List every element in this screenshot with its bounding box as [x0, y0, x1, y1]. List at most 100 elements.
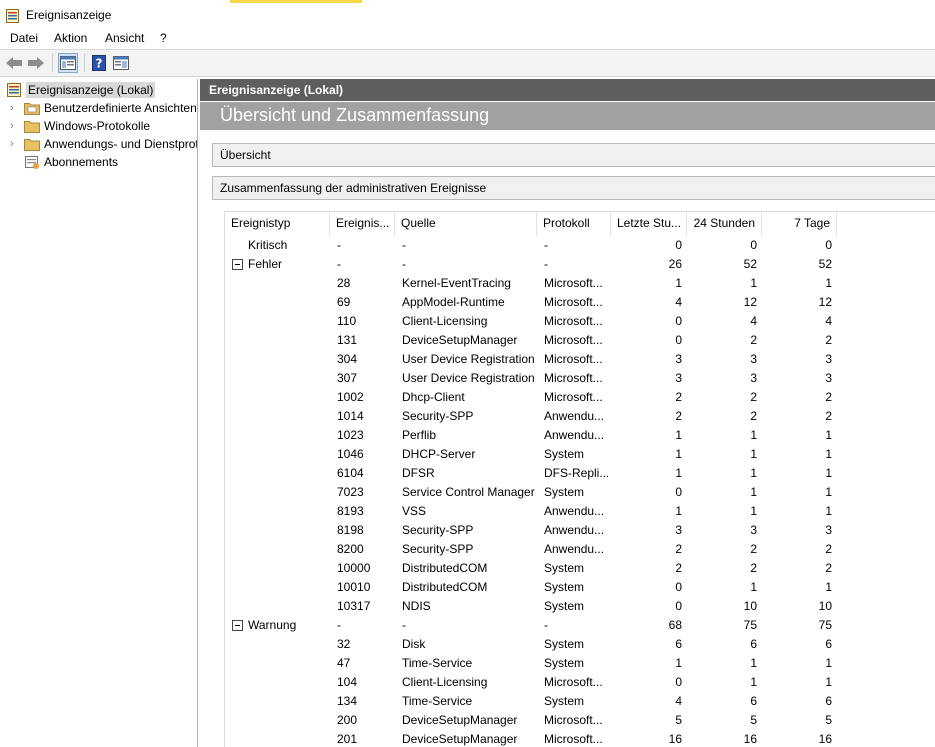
table-row[interactable]: 10317 NDIS System 0 10 10 [225, 597, 935, 616]
table-row[interactable]: 304 User Device Registration Microsoft... 3… [225, 350, 935, 369]
cell-week: 1 [825, 276, 832, 290]
forward-arrow-icon [28, 57, 44, 69]
table-row[interactable]: 8193 VSS Anwendu... 1 1 1 [225, 502, 935, 521]
tree-item-windows-protokolle[interactable]: › Windows-Protokolle [10, 117, 150, 135]
column-header-24-stunden[interactable]: 24 Stunden [687, 212, 762, 236]
table-row[interactable]: 28 Kernel-EventTracing Microsoft... 1 1 1 [225, 274, 935, 293]
cell-hour: 3 [675, 523, 682, 537]
table-body: Kritisch - - -0 0 0 Fehler - - -26 52 52 28 Kernel-Ev… [225, 236, 935, 747]
table-row[interactable]: 110 Client-Licensing Microsoft... 0 4 4 [225, 312, 935, 331]
table-row[interactable]: 307 User Device Registration Microsoft... 3… [225, 369, 935, 388]
tree-item-anwendungs-und-dienstprotokolle[interactable]: › Anwendungs- und Dienstprotokolle [10, 135, 197, 153]
table-row[interactable]: 1046 DHCP-Server System 1 1 1 [225, 445, 935, 464]
cell-day: 75 [743, 618, 757, 632]
table-row[interactable]: Kritisch - - - 0 0 0 [225, 236, 935, 255]
event-viewer-app-icon [6, 9, 19, 23]
table-row[interactable]: 131 DeviceSetupManager Microsoft... 0 2 2 [225, 331, 935, 350]
cell-id: - [337, 238, 341, 252]
cell-id: 8198 [337, 523, 364, 537]
chevron-right-icon[interactable]: › [10, 138, 20, 150]
column-header-quelle[interactable]: Quelle [395, 212, 537, 236]
table-row[interactable]: 1023 Perflib Anwendu... 1 1 1 [225, 426, 935, 445]
cell-week: 4 [825, 314, 832, 328]
cell-hour: 1 [675, 447, 682, 461]
tree-item-benutzerdefinierte-ansichten[interactable]: › Benutzerdefinierte Ansichten [10, 99, 197, 117]
menu-datei[interactable]: Datei [10, 31, 38, 45]
menu-help[interactable]: ? [160, 31, 167, 45]
table-row[interactable]: 8198 Security-SPP Anwendu... 3 3 3 [225, 521, 935, 540]
cell-source: DeviceSetupManager [402, 333, 518, 347]
section-summary[interactable]: Zusammenfassung der administrativen Erei… [212, 176, 935, 200]
menu-aktion[interactable]: Aktion [54, 31, 87, 45]
table-row[interactable]: 200 DeviceSetupManager Microsoft... 5 5 5 [225, 711, 935, 730]
cell-log: Anwendu... [544, 409, 605, 423]
menu-ansicht[interactable]: Ansicht [105, 31, 144, 45]
tree-item-label: Benutzerdefinierte Ansichten [44, 101, 197, 115]
cell-hour: 1 [675, 466, 682, 480]
cell-ereignistyp [248, 350, 328, 369]
cell-id: 28 [337, 276, 351, 290]
collapse-icon[interactable] [232, 259, 243, 270]
table-row[interactable]: 8200 Security-SPP Anwendu... 2 2 2 [225, 540, 935, 559]
folder-icon [24, 139, 40, 151]
collapse-icon[interactable] [232, 620, 243, 631]
cell-source: User Device Registration [402, 371, 535, 385]
cell-id: 8193 [337, 504, 364, 518]
cell-hour: 68 [668, 618, 682, 632]
help-button[interactable]: ? [89, 53, 109, 73]
table-group-row[interactable]: Warnung - - - 68 75 75 [225, 616, 935, 635]
cell-log: System [544, 580, 585, 594]
cell-log: System [544, 694, 585, 708]
view-icon [113, 56, 129, 70]
table-row[interactable]: 10000 DistributedCOM System 2 2 2 [225, 559, 935, 578]
view-button[interactable] [111, 53, 131, 73]
tree-root-item[interactable]: Ereignisanzeige (Lokal) [6, 81, 156, 99]
cell-day: 6 [750, 637, 757, 651]
cell-source: Security-SPP [402, 409, 474, 423]
table-row[interactable]: 47 Time-Service System 1 1 1 [225, 654, 935, 673]
cell-source: Time-Service [402, 656, 473, 670]
cell-hour: 0 [675, 485, 682, 499]
table-group-row[interactable]: Fehler - - - 26 52 52 [225, 255, 935, 274]
table-row[interactable]: 32 Disk System 6 6 6 [225, 635, 935, 654]
cell-week: 12 [818, 295, 832, 309]
column-header-ereignis-id[interactable]: Ereignis... [330, 212, 395, 236]
forward-button[interactable] [26, 53, 46, 73]
table-row[interactable]: 1014 Security-SPP Anwendu... 2 2 2 [225, 407, 935, 426]
column-header-protokoll[interactable]: Protokoll [537, 212, 611, 236]
table-row[interactable]: 104 Client-Licensing Microsoft... 0 1 1 [225, 673, 935, 692]
table-row[interactable]: 134 Time-Service System 4 6 6 [225, 692, 935, 711]
cell-ereignistyp [248, 483, 328, 502]
section-overview[interactable]: Übersicht [212, 143, 935, 167]
cell-id: 6104 [337, 466, 364, 480]
chevron-right-icon[interactable]: › [10, 120, 20, 132]
cell-day: 5 [750, 713, 757, 727]
chevron-right-icon[interactable]: › [10, 102, 20, 114]
table-row[interactable]: 10010 DistributedCOM System 0 1 1 [225, 578, 935, 597]
cell-ereignistyp [248, 293, 328, 312]
table-row[interactable]: 69 AppModel-Runtime Microsoft... 4 12 12 [225, 293, 935, 312]
table-row[interactable]: 6104 DFSR DFS-Repli... 1 1 1 [225, 464, 935, 483]
cell-ereignistyp [248, 711, 328, 730]
tree-item-abonnements[interactable]: Abonnements [24, 153, 118, 171]
column-header-letzte-stunde[interactable]: Letzte Stu... [611, 212, 687, 236]
cell-day: 1 [750, 504, 757, 518]
cell-source: DHCP-Server [402, 447, 476, 461]
cell-hour: 0 [675, 580, 682, 594]
table-row[interactable]: 7023 Service Control Manager System 0 1 1 [225, 483, 935, 502]
cell-id: 1002 [337, 390, 364, 404]
console-tree-button[interactable] [58, 53, 78, 73]
cell-id: 110 [337, 314, 357, 328]
table-row[interactable]: 1002 Dhcp-Client Microsoft... 2 2 2 [225, 388, 935, 407]
cell-source: DeviceSetupManager [402, 713, 518, 727]
table-row[interactable]: 201 DeviceSetupManager Microsoft... 16 16 16 [225, 730, 935, 747]
cell-day: 1 [750, 580, 757, 594]
column-header-ereignistyp[interactable]: Ereignistyp [225, 212, 330, 236]
column-header-7-tage[interactable]: 7 Tage [762, 212, 837, 236]
cell-week: 2 [825, 542, 832, 556]
cell-day: 1 [750, 466, 757, 480]
cell-week: 0 [825, 238, 832, 252]
back-button[interactable] [4, 53, 24, 73]
menu-bar: Datei Aktion Ansicht ? [0, 29, 935, 49]
cell-hour: 1 [675, 428, 682, 442]
